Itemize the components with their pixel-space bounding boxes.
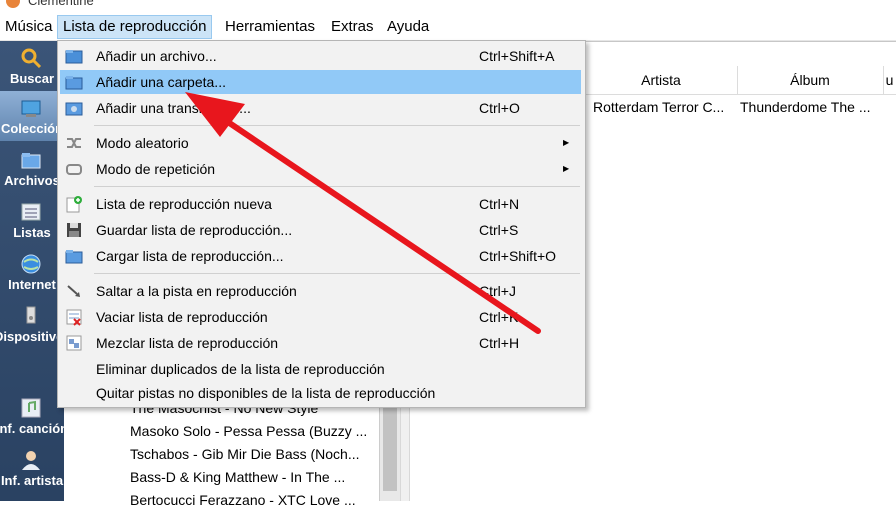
menu-extras[interactable]: Extras [326,17,379,37]
sidebar-item-inf-cancion[interactable]: Inf. canción [0,391,64,441]
sidebar-item-label: Archivos [4,173,60,188]
menu-item-remove-duplicates[interactable]: Eliminar duplicados de la lista de repro… [60,357,581,381]
sidebar-item-dispositivos[interactable]: Dispositivos [0,299,64,349]
sidebar-item-coleccion[interactable]: Colección [0,91,64,141]
add-stream-icon [65,102,83,116]
load-playlist-icon [65,250,83,264]
save-icon [67,223,81,237]
sidebar-item-inf-artista[interactable]: Inf. artista [0,443,64,493]
jump-icon [67,285,80,297]
menu-item-save-playlist[interactable]: Guardar lista de reproducción... Ctrl+S [60,218,581,242]
scrollbar-thumb[interactable] [383,401,397,491]
window-title: Clementine [28,0,94,8]
menu-item-add-file[interactable]: Añadir un archivo... Ctrl+Shift+A [60,44,581,68]
list-item[interactable]: Masoko Solo - Pessa Pessa (Buzzy ... [130,421,380,441]
menu-item-repeat-mode[interactable]: Modo de repetición ▶ [60,157,581,181]
playlists-icon [21,203,41,221]
files-icon [21,153,41,169]
menu-item-new-playlist[interactable]: Lista de reproducción nueva Ctrl+N [60,192,581,216]
sidebar-item-label: Dispositivos [0,329,64,344]
menu-item-add-stream[interactable]: Añadir una transmisión... Ctrl+O [60,96,581,120]
menu-ayuda[interactable]: Ayuda [382,17,434,37]
menu-separator [94,273,580,274]
column-artista[interactable]: Artista [585,66,738,94]
playlist-menu-dropdown: Añadir un archivo... Ctrl+Shift+A Añadir… [57,40,586,408]
list-item[interactable]: Bertocucci Ferazzano - XTC Love ... [130,490,380,510]
menu-item-jump-to-track[interactable]: Saltar a la pista en reproducción Ctrl+J [60,279,581,303]
add-file-icon [65,50,83,64]
playlist-header: Artista Álbum u [585,66,896,95]
menu-musica[interactable]: Música [0,17,58,37]
sidebar-item-label: Buscar [9,71,55,86]
menu-item-clear-playlist[interactable]: Vaciar lista de reproducción Ctrl+K [60,305,581,329]
menu-item-add-folder[interactable]: Añadir una carpeta... [60,70,581,94]
add-folder-icon [65,76,83,90]
submenu-arrow-icon: ▶ [563,138,570,147]
column-album[interactable]: Álbum [737,66,884,94]
menu-item-remove-unavailable[interactable]: Quitar pistas no disponibles de la lista… [60,381,581,405]
library-scrollbar[interactable] [379,395,400,501]
title-bar: Clementine [0,0,896,12]
list-item[interactable]: Bass-D & King Matthew - In The ... [130,467,380,487]
menu-item-shuffle-mode[interactable]: Modo aleatorio ▶ [60,131,581,155]
repeat-icon [66,164,82,175]
sidebar-item-label: Inf. artista [0,473,64,488]
globe-icon [21,254,41,274]
sidebar-item-buscar[interactable]: Buscar [0,41,64,91]
playlist-view: Artista Álbum u Rotterdam Terror C... Th… [585,66,896,501]
cell-artist[interactable]: Rotterdam Terror C... [593,96,733,118]
playlist-filter-input[interactable] [580,41,896,67]
sidebar-item-label: Colección [0,121,64,136]
sidebar-item-label: Listas [13,225,51,240]
menu-item-load-playlist[interactable]: Cargar lista de reproducción... Ctrl+Shi… [60,244,581,268]
menu-separator [94,125,580,126]
song-info-icon [21,398,41,418]
menu-item-shuffle-playlist[interactable]: Mezclar lista de reproducción Ctrl+H [60,331,581,355]
menu-herramientas[interactable]: Herramientas [220,17,320,37]
clear-playlist-icon [66,309,82,326]
sidebar-item-archivos[interactable]: Archivos [0,143,64,193]
search-icon [21,48,42,69]
app-icon [6,0,20,8]
menu-separator [94,186,580,187]
menu-bar: Música Lista de reproducción Herramienta… [0,12,896,41]
sidebar-item-internet[interactable]: Internet [0,247,64,297]
submenu-arrow-icon: ▶ [563,164,570,173]
menu-lista-de-reproduccion[interactable]: Lista de reproducción [57,15,213,39]
sidebar: Buscar Colección Archivos Listas Interne… [0,41,64,501]
sidebar-item-label: Internet [8,277,56,292]
shuffle-playlist-icon [66,335,82,351]
list-item[interactable]: Tschabos - Gib Mir Die Bass (Noch... [130,444,380,464]
artist-info-icon [22,451,40,470]
new-playlist-icon [66,196,82,213]
shuffle-icon [67,138,81,148]
sidebar-item-label: Inf. canción [0,421,64,436]
column-extra[interactable]: u [883,66,896,94]
device-icon [26,306,36,324]
sidebar-item-listas[interactable]: Listas [0,195,64,245]
cell-album[interactable]: Thunderdome The ... [740,96,880,118]
library-icon [21,100,41,117]
